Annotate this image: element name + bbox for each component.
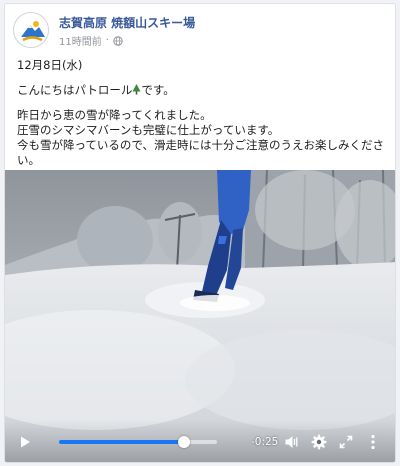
post-line-1: 昨日から恵の雪が降ってくれました。 [17, 108, 212, 122]
public-globe-icon [113, 35, 123, 46]
page-avatar[interactable] [13, 12, 49, 48]
post-body-text: 12月8日(水) こんにちはパトロール です。 昨日から恵の雪が降ってくれました。… [17, 58, 389, 168]
post-line-3: 今も雪が降っているので、滑走時には十分ご注意のうえお楽しみくださ [17, 138, 384, 152]
settings-icon [311, 434, 327, 450]
meta-separator: · [105, 35, 109, 46]
post-header: 志賀高原 焼額山スキー場 11時間前 · [13, 12, 389, 52]
settings-button[interactable] [309, 432, 329, 452]
volume-icon [285, 436, 298, 448]
post-greeting-line: こんにちはパトロール です。 [17, 83, 175, 97]
time-remaining: -0:25 [251, 436, 279, 448]
fullscreen-button[interactable] [336, 432, 356, 452]
page-name-link[interactable]: 志賀高原 焼額山スキー場 [59, 14, 195, 31]
video-player[interactable]: -0:25 [5, 170, 395, 462]
post-line-2: 圧雪のシマシマバーンも完璧に仕上がっています。 [17, 123, 280, 137]
post-meta: 11時間前 · [59, 33, 123, 48]
video-progress-bar[interactable] [59, 436, 217, 448]
post-timestamp[interactable]: 11時間前 [59, 33, 102, 48]
more-options-icon [371, 434, 375, 450]
video-controls-bar: -0:25 [5, 420, 395, 462]
video-progress-knob[interactable] [177, 436, 190, 448]
evergreen-tree-icon [132, 84, 141, 95]
more-options-button[interactable] [363, 432, 383, 452]
resort-logo-icon [15, 14, 48, 47]
play-button[interactable] [15, 432, 35, 452]
fullscreen-icon [339, 435, 353, 449]
volume-button[interactable] [282, 432, 302, 452]
facebook-post-card: 志賀高原 焼額山スキー場 11時間前 · 12月8日(水) こんにちはパトロール… [4, 3, 396, 463]
play-icon [21, 436, 30, 448]
post-date-line: 12月8日(水) [17, 58, 83, 72]
video-progress-fill [59, 440, 184, 444]
post-line-4: い。 [17, 153, 40, 167]
